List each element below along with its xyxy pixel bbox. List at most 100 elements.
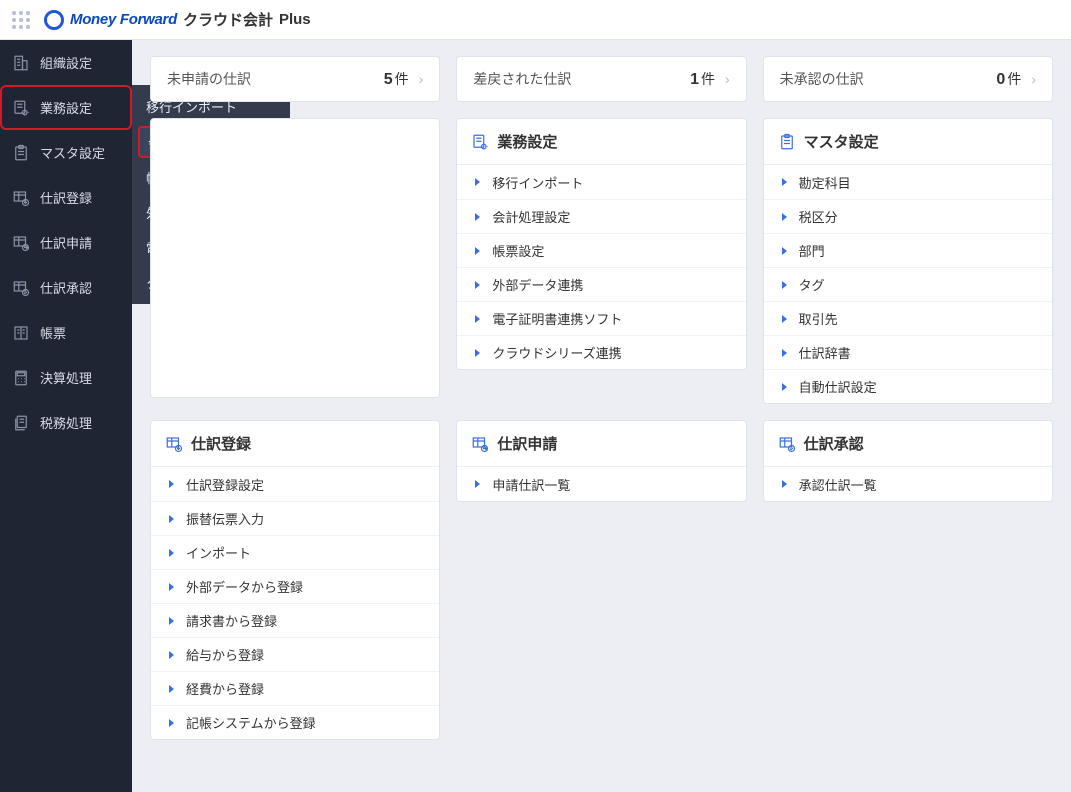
section-item[interactable]: 税区分	[764, 199, 1052, 233]
table-check-icon	[778, 435, 796, 453]
triangle-right-icon	[782, 213, 787, 221]
section-item[interactable]: 振替伝票入力	[151, 501, 439, 535]
sidebar-item-6[interactable]: 帳票	[0, 310, 132, 355]
section-hidden	[150, 118, 440, 398]
table-plus-icon	[165, 435, 183, 453]
sidebar-item-label: 仕訳申請	[40, 233, 92, 252]
sidebar-item-5[interactable]: 仕訳承認	[0, 265, 132, 310]
section-item[interactable]: 経費から登録	[151, 671, 439, 705]
section-header: 仕訳登録	[151, 421, 439, 467]
section-item[interactable]: 電子証明書連携ソフト	[457, 301, 745, 335]
section-header: 仕訳申請	[457, 421, 745, 467]
sidebar-item-1[interactable]: 業務設定	[0, 85, 132, 130]
sidebar-item-4[interactable]: 仕訳申請	[0, 220, 132, 265]
section-item-label: クラウドシリーズ連携	[492, 343, 621, 362]
sidebar-item-label: 組織設定	[40, 53, 92, 72]
triangle-right-icon	[169, 651, 174, 659]
sidebar-item-label: 仕訳登録	[40, 188, 92, 207]
table-arrow-icon	[12, 234, 30, 252]
sidebar-item-7[interactable]: 決算処理	[0, 355, 132, 400]
sidebar-item-3[interactable]: 仕訳登録	[0, 175, 132, 220]
stat-card-2[interactable]: 未承認の仕訳0件›	[763, 56, 1053, 102]
section-item[interactable]: 部門	[764, 233, 1052, 267]
section-item-label: 勘定科目	[799, 173, 851, 192]
section-item[interactable]: 請求書から登録	[151, 603, 439, 637]
section-item-label: 仕訳登録設定	[186, 475, 264, 494]
section-item[interactable]: 給与から登録	[151, 637, 439, 671]
triangle-right-icon	[169, 515, 174, 523]
section-item-label: 承認仕訳一覧	[799, 475, 877, 494]
triangle-right-icon	[169, 719, 174, 727]
triangle-right-icon	[782, 349, 787, 357]
chevron-right-icon: ›	[419, 71, 424, 87]
triangle-right-icon	[475, 247, 480, 255]
triangle-right-icon	[475, 349, 480, 357]
section-title: マスタ設定	[804, 131, 879, 152]
section-item[interactable]: 帳票設定	[457, 233, 745, 267]
section-item[interactable]: 仕訳登録設定	[151, 467, 439, 501]
doc-stack-icon	[12, 414, 30, 432]
section-item-label: 取引先	[799, 309, 838, 328]
product-suffix: Plus	[279, 11, 311, 28]
sidebar-item-label: 税務処理	[40, 413, 92, 432]
section-item[interactable]: 仕訳辞書	[764, 335, 1052, 369]
section-item-label: 税区分	[799, 207, 838, 226]
section-item[interactable]: 勘定科目	[764, 165, 1052, 199]
section-title: 仕訳申請	[497, 433, 557, 454]
doc-gear-icon	[12, 99, 30, 117]
stat-count: 5件	[384, 69, 409, 89]
section-row-2: 仕訳登録仕訳登録設定振替伝票入力インポート外部データから登録請求書から登録給与か…	[150, 420, 1053, 740]
section-item[interactable]: 記帳システムから登録	[151, 705, 439, 739]
section-item-label: 帳票設定	[492, 241, 544, 260]
triangle-right-icon	[169, 480, 174, 488]
sidebar-item-0[interactable]: 組織設定	[0, 40, 132, 85]
triangle-right-icon	[782, 178, 787, 186]
section-title: 業務設定	[497, 131, 557, 152]
section-list: 申請仕訳一覧	[457, 467, 745, 501]
section-item[interactable]: 移行インポート	[457, 165, 745, 199]
section-row-1: 業務設定移行インポート会計処理設定帳票設定外部データ連携電子証明書連携ソフトクラ…	[150, 118, 1053, 404]
section-list: 勘定科目税区分部門タグ取引先仕訳辞書自動仕訳設定	[764, 165, 1052, 403]
stats-row: 未申請の仕訳5件›差戻された仕訳1件›未承認の仕訳0件›	[150, 56, 1053, 102]
chevron-right-icon: ›	[1031, 71, 1036, 87]
section-item[interactable]: 自動仕訳設定	[764, 369, 1052, 403]
section-仕訳登録: 仕訳登録仕訳登録設定振替伝票入力インポート外部データから登録請求書から登録給与か…	[150, 420, 440, 740]
product-logo[interactable]: Money Forward クラウド会計Plus	[44, 9, 311, 30]
section-list: 仕訳登録設定振替伝票入力インポート外部データから登録請求書から登録給与から登録経…	[151, 467, 439, 739]
section-item[interactable]: 会計処理設定	[457, 199, 745, 233]
sidebar-item-2[interactable]: マスタ設定	[0, 130, 132, 175]
brand-text: Money Forward	[70, 11, 177, 28]
sidebar-item-8[interactable]: 税務処理	[0, 400, 132, 445]
section-item[interactable]: 申請仕訳一覧	[457, 467, 745, 501]
section-item[interactable]: インポート	[151, 535, 439, 569]
triangle-right-icon	[782, 247, 787, 255]
triangle-right-icon	[782, 383, 787, 391]
section-item[interactable]: 外部データ連携	[457, 267, 745, 301]
chevron-right-icon: ›	[725, 71, 730, 87]
stat-card-1[interactable]: 差戻された仕訳1件›	[456, 56, 746, 102]
triangle-right-icon	[782, 281, 787, 289]
section-item-label: 移行インポート	[492, 173, 583, 192]
section-item[interactable]: 承認仕訳一覧	[764, 467, 1052, 501]
section-list: 承認仕訳一覧	[764, 467, 1052, 501]
triangle-right-icon	[169, 583, 174, 591]
section-item[interactable]: クラウドシリーズ連携	[457, 335, 745, 369]
section-item[interactable]: タグ	[764, 267, 1052, 301]
section-item[interactable]: 取引先	[764, 301, 1052, 335]
table-plus-icon	[12, 189, 30, 207]
section-item[interactable]: 外部データから登録	[151, 569, 439, 603]
stat-card-0[interactable]: 未申請の仕訳5件›	[150, 56, 440, 102]
logo-mark-icon	[44, 10, 64, 30]
calculator-icon	[12, 369, 30, 387]
triangle-right-icon	[782, 315, 787, 323]
section-item-label: 記帳システムから登録	[186, 713, 316, 732]
sidebar-item-label: マスタ設定	[40, 143, 105, 162]
section-item-label: 給与から登録	[186, 645, 264, 664]
main-content: 未申請の仕訳5件›差戻された仕訳1件›未承認の仕訳0件› 業務設定移行インポート…	[132, 40, 1071, 792]
section-item-label: 外部データから登録	[186, 577, 303, 596]
section-item-label: 外部データ連携	[492, 275, 583, 294]
sidebar-item-label: 仕訳承認	[40, 278, 92, 297]
section-item-label: タグ	[799, 275, 825, 294]
clipboard-icon	[778, 133, 796, 151]
apps-grid-icon[interactable]	[12, 11, 30, 29]
